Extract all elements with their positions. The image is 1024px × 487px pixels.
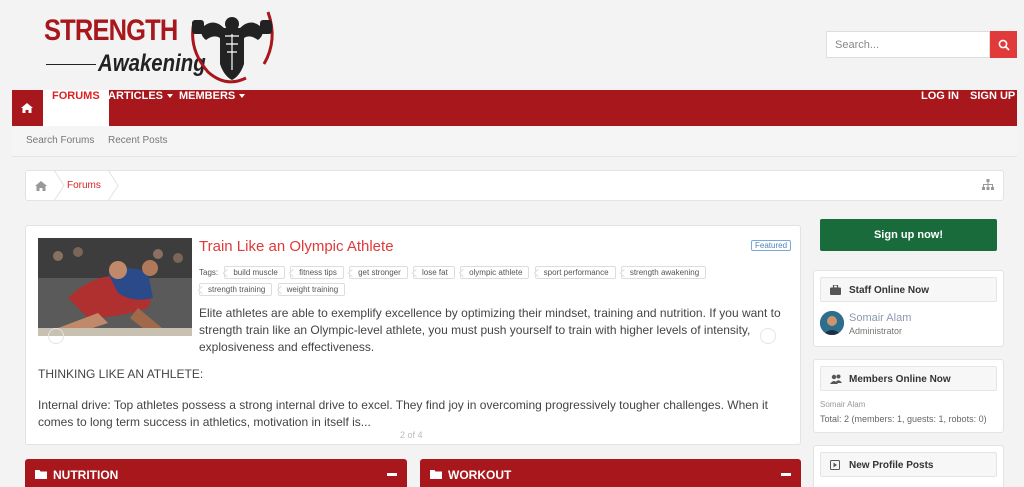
tab-articles[interactable]: ARTICLES: [108, 90, 173, 126]
subnav-search-forums[interactable]: Search Forums: [26, 135, 94, 146]
widget-header: Members Online Now: [820, 366, 997, 391]
sitemap-icon[interactable]: [982, 179, 994, 191]
search-input[interactable]: [826, 31, 990, 58]
slider-prev-button[interactable]: [48, 328, 64, 344]
breadcrumb-separator: [54, 170, 65, 201]
widget-title: Members Online Now: [849, 374, 951, 385]
tag-list: Tags: build muscle fitness tips get stro…: [199, 264, 759, 298]
breadcrumb-separator: [108, 170, 119, 201]
login-link[interactable]: LOG IN: [921, 90, 959, 126]
breadcrumb: Forums: [25, 170, 1004, 201]
tag-item[interactable]: fitness tips: [290, 266, 344, 279]
widget-header: New Profile Posts: [820, 452, 997, 477]
site-header: STRENGTH Awakening: [0, 0, 1024, 90]
bodybuilder-logo-icon: [191, 11, 274, 84]
breadcrumb-forums[interactable]: Forums: [67, 180, 101, 191]
tag-item[interactable]: strength awakening: [620, 266, 707, 279]
widget-header: Staff Online Now: [820, 277, 997, 302]
collapse-icon[interactable]: [781, 473, 791, 476]
staff-name[interactable]: Somair Alam: [849, 312, 911, 324]
nav-home[interactable]: [12, 90, 42, 126]
featured-badge: Featured: [751, 240, 792, 251]
thread-excerpt: Internal drive: Top athletes possess a s…: [38, 398, 768, 429]
search-button[interactable]: [990, 31, 1017, 58]
avatar-image: [820, 311, 844, 335]
tag-item[interactable]: get stronger: [349, 266, 408, 279]
logo-dash: [46, 64, 96, 65]
chevron-down-icon: [239, 94, 246, 99]
folder-icon: [35, 470, 47, 479]
logo-text-top: STRENGTH: [44, 14, 178, 47]
briefcase-icon: [830, 285, 841, 295]
avatar[interactable]: [820, 311, 844, 335]
thread-intro: Elite athletes are able to exemplify exc…: [199, 306, 781, 354]
users-icon: [830, 374, 842, 384]
home-icon: [35, 180, 47, 191]
widget-title: New Profile Posts: [849, 460, 934, 471]
chevron-down-icon: [167, 94, 173, 99]
thread-heading: THINKING LIKE AN ATHLETE:: [38, 367, 204, 381]
online-member-name[interactable]: Somair Alam: [820, 400, 865, 409]
sub-nav: Search Forums Recent Posts: [12, 126, 1017, 157]
tag-item[interactable]: strength training: [199, 283, 273, 296]
site-logo[interactable]: STRENGTH Awakening: [44, 4, 284, 84]
subnav-recent-posts[interactable]: Recent Posts: [108, 135, 167, 146]
thread-title[interactable]: Train Like an Olympic Athlete: [199, 238, 394, 255]
category-title: WORKOUT: [448, 468, 512, 482]
tag-item[interactable]: sport performance: [534, 266, 616, 279]
tags-label: Tags:: [199, 268, 219, 277]
category-nutrition[interactable]: NUTRITION: [25, 459, 407, 487]
search-icon: [998, 39, 1010, 51]
category-workout[interactable]: WORKOUT: [420, 459, 801, 487]
slider-next-button[interactable]: [760, 328, 776, 344]
main-nav: FORUMS ARTICLES MEMBERS LOG IN SIGN UP: [12, 90, 1017, 126]
featured-image[interactable]: [38, 238, 192, 336]
tag-item[interactable]: lose fat: [413, 266, 455, 279]
collapse-icon[interactable]: [387, 473, 397, 476]
online-total: Total: 2 (members: 1, guests: 1, robots:…: [820, 414, 987, 424]
widget-title: Staff Online Now: [849, 285, 929, 296]
featured-thread: Train Like an Olympic Athlete Featured T…: [25, 225, 801, 445]
signup-now-button[interactable]: Sign up now!: [820, 219, 997, 251]
tag-item[interactable]: olympic athlete: [460, 266, 530, 279]
tab-articles-label: ARTICLES: [108, 90, 163, 102]
tab-members-label: MEMBERS: [179, 90, 236, 102]
folder-icon: [430, 470, 442, 479]
tab-members[interactable]: MEMBERS: [179, 90, 246, 126]
new-profile-posts-widget: New Profile Posts: [813, 445, 1004, 487]
wrestling-photo: [38, 238, 192, 336]
slider-pager: 2 of 4: [400, 430, 423, 440]
signup-link[interactable]: SIGN UP: [970, 90, 1015, 126]
tag-item[interactable]: build muscle: [224, 266, 285, 279]
home-icon: [21, 103, 33, 113]
search-box: [826, 31, 1017, 58]
staff-online-widget: Staff Online Now Somair Alam Administrat…: [813, 270, 1004, 347]
category-title: NUTRITION: [53, 468, 119, 482]
tab-forums[interactable]: FORUMS: [43, 90, 109, 126]
play-square-icon: [830, 460, 840, 470]
tag-item[interactable]: weight training: [277, 283, 346, 296]
staff-role: Administrator: [849, 326, 903, 336]
breadcrumb-home[interactable]: [26, 171, 56, 200]
members-online-widget: Members Online Now Somair Alam Total: 2 …: [813, 359, 1004, 433]
